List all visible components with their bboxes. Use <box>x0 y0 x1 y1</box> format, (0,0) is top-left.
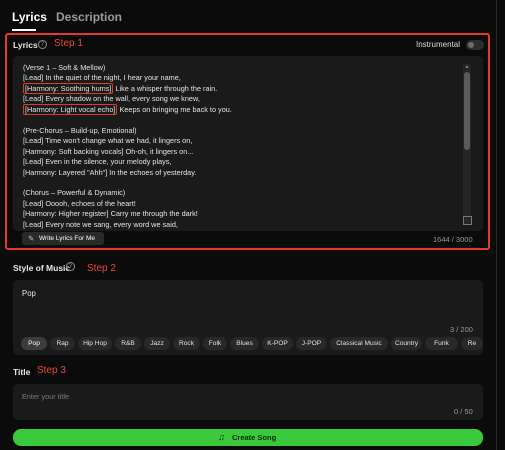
write-lyrics-button[interactable]: ✎ Write Lyrics For Me <box>22 232 104 245</box>
highlighted-harmony-tag: [Harmony: Soothing hums] <box>23 82 114 94</box>
lyrics-line <box>23 178 463 188</box>
music-note-icon: ♫ <box>218 432 225 442</box>
lyrics-line: [Lead] Every note we sang, every word we… <box>23 220 463 230</box>
lyrics-text-span: [Lead] Every shadow on the wall, every s… <box>23 94 200 104</box>
title-section-label: Title <box>13 367 31 377</box>
lyrics-line <box>23 115 463 125</box>
info-icon[interactable]: ? <box>38 40 47 49</box>
lyrics-char-counter: 1644 / 3000 <box>433 235 473 244</box>
lyrics-text-span: Keeps on bringing me back to you. <box>117 104 232 114</box>
tab-lyrics[interactable]: Lyrics <box>12 10 47 24</box>
active-tab-indicator <box>12 29 36 31</box>
lyrics-line: (Chorus – Powerful & Dynamic) <box>23 188 463 198</box>
step-2-annotation: Step 2 <box>87 263 116 274</box>
lyrics-text-span: [Lead] Time won't change what we had, it… <box>23 136 193 146</box>
title-field[interactable] <box>13 384 483 420</box>
info-icon[interactable]: ? <box>66 262 75 271</box>
style-value: Pop <box>22 289 36 298</box>
scroll-up-arrow-icon[interactable]: ▲ <box>464 64 470 70</box>
tab-description[interactable]: Description <box>56 10 122 24</box>
toggle-knob <box>468 42 474 48</box>
magic-wand-icon: ✎ <box>28 234 35 243</box>
lyrics-line: [Harmony: Light vocal echo] Keeps on bri… <box>23 103 463 115</box>
panel-divider <box>496 0 497 450</box>
lyrics-textarea[interactable]: (Verse 1 – Soft & Mellow) [Lead] In the q… <box>13 56 483 231</box>
genre-chip[interactable]: Pop <box>21 337 47 350</box>
step-1-annotation: Step 1 <box>54 38 83 49</box>
instrumental-label: Instrumental <box>416 40 461 49</box>
lyrics-line: [Lead] Even in the silence, your melody … <box>23 157 463 167</box>
genre-chip[interactable]: Rock <box>173 337 200 350</box>
lyrics-line: [Harmony: Soft backing vocals] Oh-oh, it… <box>23 147 463 157</box>
highlighted-harmony-tag: [Harmony: Light vocal echo] <box>23 103 118 115</box>
genre-chip[interactable]: Classical Music <box>330 337 388 350</box>
lyrics-text-span: [Lead] In the quiet of the night, I hear… <box>23 73 181 83</box>
genre-chip[interactable]: Hip Hop <box>78 337 112 350</box>
lyrics-line: [Harmony: Layered "Ahh"] In the echoes o… <box>23 168 463 178</box>
style-char-counter: 3 / 200 <box>450 325 473 334</box>
scrollbar-thumb[interactable] <box>464 72 470 150</box>
lyrics-line: [Harmony: Soothing hums] Like a whisper … <box>23 82 463 94</box>
create-song-label: Create Song <box>232 433 277 442</box>
lyrics-text-span: (Verse 1 – Soft & Mellow) <box>23 63 106 72</box>
lyrics-text-span: Like a whisper through the rain. <box>113 83 218 93</box>
genre-chip[interactable]: K-POP <box>262 337 293 350</box>
genre-chip[interactable]: Re <box>461 337 483 350</box>
title-input[interactable] <box>22 390 442 402</box>
genre-chip[interactable]: J-POP <box>296 337 327 350</box>
lyrics-text-span: [Harmony: Higher register] Carry me thro… <box>23 209 198 219</box>
write-lyrics-label: Write Lyrics For Me <box>39 235 95 242</box>
lyrics-text-span: [Harmony: Soft backing vocals] Oh-oh, it… <box>23 146 194 156</box>
create-song-button[interactable]: ♫ Create Song <box>13 429 483 446</box>
genre-chip[interactable]: Funk <box>425 337 458 350</box>
lyrics-line: [Lead] Ooooh, echoes of the heart! <box>23 199 463 209</box>
lyrics-text-span: (Chorus – Powerful & Dynamic) <box>23 188 126 198</box>
genre-chip[interactable]: Blues <box>230 337 259 350</box>
lyrics-line: [Lead] Time won't change what we had, it… <box>23 136 463 146</box>
genre-chip[interactable]: Country <box>391 337 422 350</box>
genre-chip[interactable]: Jazz <box>144 337 170 350</box>
lyrics-line: (Verse 1 – Soft & Mellow) <box>23 63 463 73</box>
genre-chip[interactable]: R&B <box>115 337 141 350</box>
lyrics-text-span: [Lead] Even in the silence, your melody … <box>23 157 172 167</box>
instrumental-toggle[interactable] <box>466 40 484 50</box>
lyrics-text-span: [Lead] Ooooh, echoes of the heart! <box>23 198 136 208</box>
step-3-annotation: Step 3 <box>37 365 66 376</box>
resize-handle-icon[interactable] <box>463 216 472 225</box>
lyrics-text-span: (Pre-Chorus – Build-up, Emotional) <box>23 125 137 135</box>
genre-chip[interactable]: Folk <box>203 337 227 350</box>
lyrics-text: (Verse 1 – Soft & Mellow) [Lead] In the q… <box>23 63 463 230</box>
style-section-label: Style of Music <box>13 263 71 273</box>
lyrics-text-span: [Harmony: Layered "Ahh"] In the echoes o… <box>23 167 197 177</box>
lyrics-text-span: [Lead] Every note we sang, every word we… <box>23 219 178 229</box>
lyrics-section-label: Lyrics <box>13 40 38 50</box>
title-char-counter: 0 / 50 <box>454 407 473 416</box>
lyrics-line: [Harmony: Higher register] Carry me thro… <box>23 209 463 219</box>
genre-chip[interactable]: Rap <box>50 337 75 350</box>
lyrics-line: (Pre-Chorus – Build-up, Emotional) <box>23 126 463 136</box>
lyrics-scrollbar[interactable] <box>463 64 471 224</box>
